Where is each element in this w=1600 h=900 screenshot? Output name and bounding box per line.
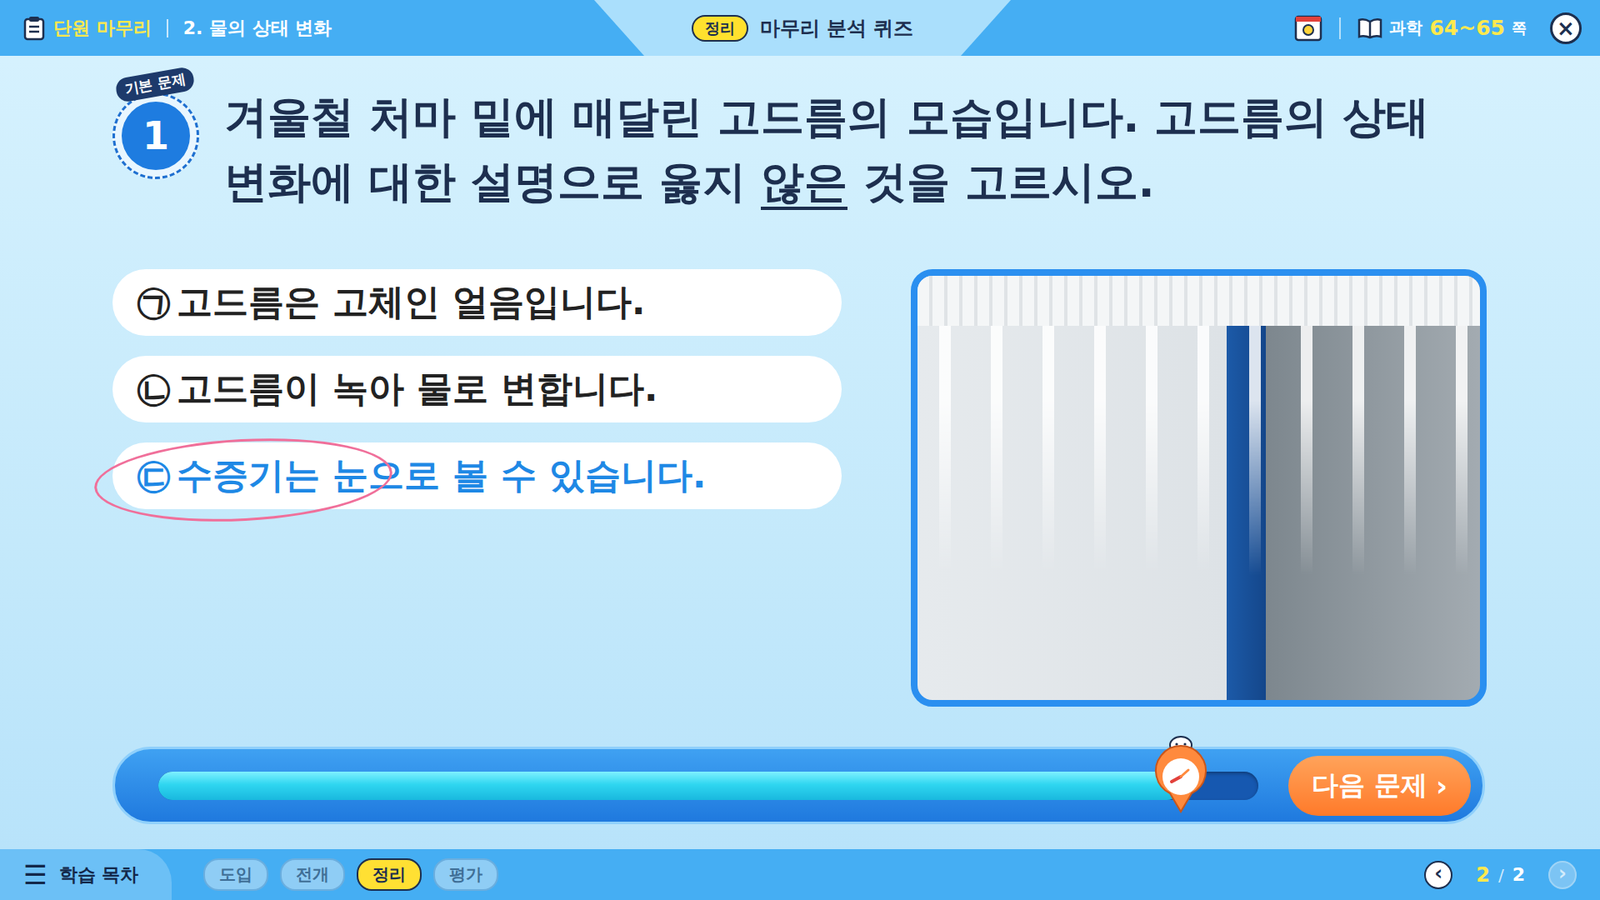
option-text: 수증기는 눈으로 볼 수 있습니다. [176, 451, 706, 500]
prev-page-button[interactable]: ‹ [1424, 860, 1453, 890]
option-mark: ㉡ [135, 365, 172, 414]
page-range: 64~65 [1429, 15, 1505, 40]
step-tab[interactable]: 정리 [356, 858, 422, 891]
option-item[interactable]: ㉢수증기는 눈으로 볼 수 있습니다. [112, 442, 842, 510]
step-tab[interactable]: 평가 [433, 858, 499, 891]
textbook-label: 과학 [1389, 16, 1423, 40]
selection-circle [92, 431, 395, 530]
notepad-icon [23, 15, 45, 41]
emphasis-text: 않은 [760, 156, 848, 210]
option-list: ㉠고드름은 고체인 얼음입니다.㉡고드름이 녹아 물로 변합니다.㉢수증기는 눈… [112, 269, 842, 510]
icicle-photo [910, 269, 1487, 707]
top-bar: 단원 마무리 2. 물의 상태 변화 정리 마무리 분석 퀴즈 과학64~65 쪽 × [0, 0, 1600, 56]
breadcrumb: 단원 마무리 2. 물의 상태 변화 [0, 15, 595, 41]
toc-label: 학습 목차 [59, 862, 140, 888]
quiz-content: 1기본 문제겨울철 처마 밑에 매달린 고드름의 모습입니다. 고드름의 상태 … [0, 55, 1600, 747]
page-separator: / [1498, 865, 1505, 885]
next-question-button[interactable]: 다음 문제› [1288, 755, 1471, 816]
icicles [917, 325, 1480, 576]
question-badge: 1기본 문제 [112, 84, 206, 180]
question: 1기본 문제겨울철 처마 밑에 매달린 고드름의 모습입니다. 고드름의 상태 … [112, 84, 1600, 215]
next-label: 다음 문제 [1311, 767, 1428, 805]
quiz-screen: 단원 마무리2. 물의 상태 변화정리마무리 분석 퀴즈과학64~65쪽×1기본… [0, 0, 1600, 900]
section-label: 단원 마무리 [53, 15, 152, 41]
screen-title: 마무리 분석 퀴즈 [760, 15, 915, 42]
title-tab: 정리 마무리 분석 퀴즈 [594, 0, 1011, 56]
question-text: 겨울철 처마 밑에 매달린 고드름의 모습입니다. 고드름의 상태 변화에 대한… [224, 84, 1475, 215]
close-button[interactable]: × [1550, 12, 1582, 45]
option-item[interactable]: ㉡고드름이 녹아 물로 변합니다. [112, 355, 842, 423]
option-mark: ㉠ [135, 278, 172, 327]
timer-fill [158, 771, 1181, 800]
step-tab[interactable]: 전개 [280, 858, 345, 891]
bottom-bar: ☰ 학습 목차 도입 전개 정리 평가 ‹ 2 / 2 › [0, 849, 1600, 900]
book-icon [1357, 17, 1383, 40]
step-tabs: 도입 전개 정리 평가 [203, 858, 499, 891]
stopwatch-icon [1151, 735, 1210, 815]
separator [1339, 17, 1341, 40]
hamburger-icon: ☰ [23, 859, 48, 891]
question-number: 1 [121, 101, 190, 170]
option-item[interactable]: ㉠고드름은 고체인 얼음입니다. [112, 269, 842, 336]
option-text: 고드름은 고체인 얼음입니다. [176, 278, 645, 327]
total-pages: 2 [1512, 864, 1525, 885]
top-actions: 과학64~65 쪽 × [1010, 12, 1600, 45]
number-ring: 1 [112, 92, 200, 180]
option-text: 고드름이 녹아 물로 변합니다. [176, 365, 658, 414]
toc-menu[interactable]: ☰ 학습 목차 [0, 849, 172, 900]
pagination: ‹ 2 / 2 › [1424, 860, 1600, 890]
current-page: 2 [1475, 863, 1490, 887]
unit-label: 2. 물의 상태 변화 [183, 15, 333, 41]
timer-bar: 다음 문제› [112, 746, 1485, 825]
next-arrow: › [1435, 769, 1448, 803]
quiz-body: ㉠고드름은 고체인 얼음입니다.㉡고드름이 녹아 물로 변합니다.㉢수증기는 눈… [112, 269, 1600, 707]
next-page-button[interactable]: › [1548, 860, 1577, 890]
divider [166, 19, 169, 38]
option-mark: ㉢ [135, 451, 172, 500]
stage-badge: 정리 [691, 15, 749, 42]
step-tab[interactable]: 도입 [203, 858, 269, 891]
timer-track [158, 771, 1259, 800]
roof-edge [917, 275, 1480, 326]
notebook-icon[interactable] [1294, 15, 1323, 42]
page-unit: 쪽 [1511, 18, 1527, 39]
